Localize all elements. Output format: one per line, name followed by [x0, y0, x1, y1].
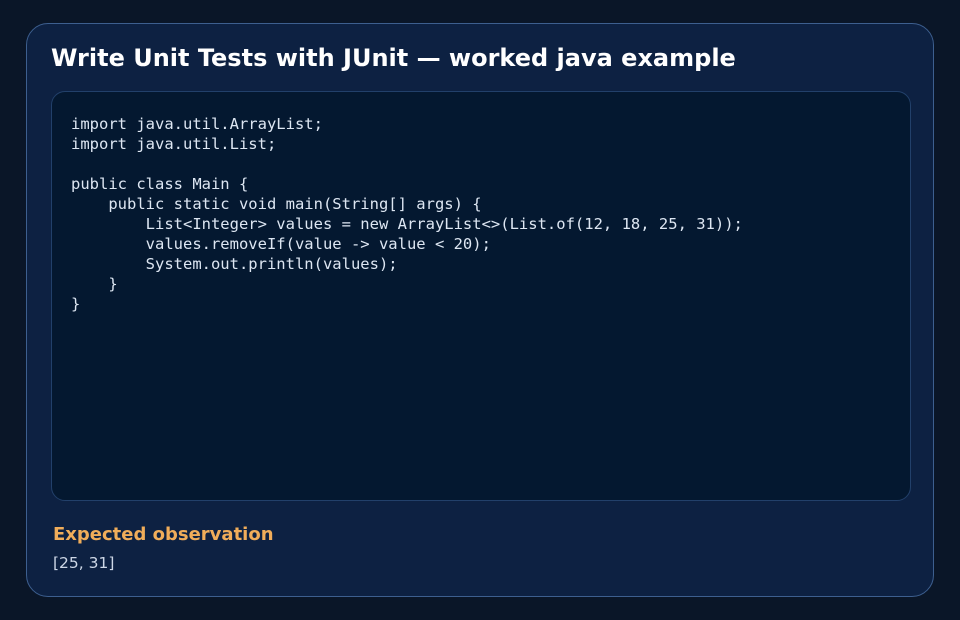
- code-block: import java.util.ArrayList; import java.…: [51, 91, 911, 501]
- observation-heading: Expected observation: [53, 524, 274, 545]
- example-card: Write Unit Tests with JUnit — worked jav…: [26, 23, 934, 597]
- code-text: import java.util.ArrayList; import java.…: [71, 115, 743, 313]
- page-title: Write Unit Tests with JUnit — worked jav…: [51, 44, 736, 72]
- observation-value: [25, 31]: [53, 554, 115, 572]
